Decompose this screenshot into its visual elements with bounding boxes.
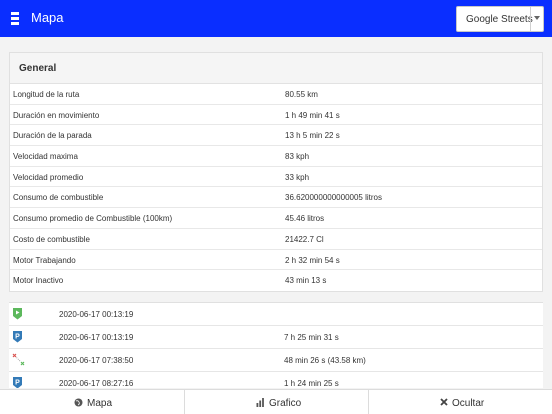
stat-row: Motor Trabajando 2 h 32 min 54 s [10,250,542,271]
hide-button-label: Ocultar [452,398,485,409]
stat-row: Duración en movimiento 1 h 49 min 41 s [10,105,542,126]
stat-row: Velocidad maxima 83 kph [10,146,542,167]
event-duration: 7 h 25 min 31 s [284,333,339,342]
map-button-label: Mapa [87,398,113,409]
stat-label: Motor Trabajando [13,255,76,265]
stat-value: 2 h 32 min 54 s [285,255,340,265]
event-row[interactable]: 2020-06-17 00:13:19 [9,303,543,326]
panel-title: General [10,53,542,84]
map-button[interactable]: Mapa [0,390,184,414]
event-row[interactable]: P 2020-06-17 00:13:19 7 h 25 min 31 s [9,326,543,349]
map-type-select[interactable]: Google Streets [456,6,544,32]
globe-icon [74,398,83,410]
event-duration: 48 min 26 s (43.58 km) [284,356,366,365]
stat-value: 1 h 49 min 41 s [285,110,340,120]
route-start-icon [12,307,23,320]
event-datetime: 2020-06-17 08:27:16 [59,379,134,388]
stat-label: Longitud de la ruta [13,90,80,99]
stat-label: Velocidad maxima [13,152,78,162]
hide-button[interactable]: Ocultar [369,390,552,414]
chart-button-label: Grafico [269,398,302,409]
stat-value: 43 min 13 s [285,276,327,286]
event-datetime: 2020-06-17 00:13:19 [59,333,134,342]
event-duration: 1 h 24 min 25 s [284,379,339,388]
svg-text:P: P [15,333,20,340]
stat-label: Consumo de combustible [13,193,104,203]
stat-row: Velocidad promedio 33 kph [10,167,542,188]
bar-chart-icon [256,398,265,410]
stat-row: Consumo promedio de Combustible (100km) 4… [10,208,542,229]
gps-gap-icon [12,353,25,366]
stat-label: Consumo promedio de Combustible (100km) [13,214,173,224]
stat-row: Motor Inactivo 43 min 13 s [10,270,542,291]
stat-value: 33 kph [285,172,310,182]
event-datetime: 2020-06-17 07:38:50 [59,356,134,365]
menu-icon[interactable] [11,12,19,25]
stat-value: 83 kph [285,152,310,162]
event-row[interactable]: P 2020-06-17 08:27:16 1 h 24 min 25 s [9,372,543,388]
general-panel: General Longitud de la ruta 80.55 km Dura… [9,52,543,292]
event-row[interactable]: 2020-06-17 07:38:50 48 min 26 s (43.58 k… [9,349,543,372]
stat-row: Longitud de la ruta 80.55 km [10,84,542,105]
stat-value: 36.620000000000005 litros [285,193,382,203]
stat-value: 45.46 litros [285,214,325,224]
stat-value: 80.55 km [285,90,318,99]
stat-row: Duración de la parada 13 h 5 min 22 s [10,125,542,147]
stat-value: 13 h 5 min 22 s [285,131,340,141]
parking-icon: P [12,330,23,343]
stat-label: Velocidad promedio [13,172,84,182]
close-icon [440,398,448,409]
top-bar: Mapa Google Streets [0,0,552,37]
stat-value: 21422.7 Cl [285,234,324,244]
stat-label: Motor Inactivo [13,276,64,286]
parking-icon: P [12,376,23,388]
stat-label: Costo de combustible [13,234,90,244]
chevron-down-icon [530,7,543,31]
event-datetime: 2020-06-17 00:13:19 [59,310,134,319]
svg-text:P: P [15,379,20,386]
stat-label: Duración en movimiento [13,110,100,120]
stat-label: Duración de la parada [13,131,92,141]
stat-row: Consumo de combustible 36.620000000000005… [10,187,542,209]
map-type-value: Google Streets [466,14,533,25]
chart-button[interactable]: Grafico [185,390,368,414]
stat-row: Costo de combustible 21422.7 Cl [10,229,542,250]
page-title: Mapa [31,10,64,25]
bottom-bar: Mapa Grafico Ocultar [0,389,552,414]
events-list: 2020-06-17 00:13:19 P 2020-06-17 00:13:1… [9,302,543,388]
